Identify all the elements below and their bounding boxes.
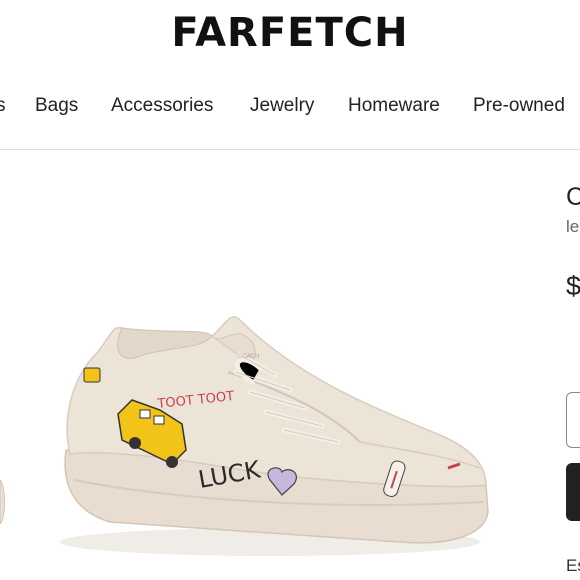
heel-taxi-doodle — [83, 367, 101, 383]
product-image[interactable]: TOOT TOOT LUCK COACH — [0, 150, 540, 580]
delivery-estimate: Es — [566, 556, 580, 575]
thumbnail-partial[interactable] — [0, 479, 10, 525]
sneaker-image: TOOT TOOT LUCK COACH — [60, 316, 489, 556]
nav-item-pre-owned[interactable]: Pre-owned — [473, 92, 565, 120]
farfetch-logo[interactable]: FARFETCH — [0, 10, 580, 56]
product-price: $ — [566, 271, 580, 301]
nav-item-accessories[interactable]: Accessories — [111, 92, 213, 120]
nav-item-shoes[interactable]: s — [0, 92, 6, 120]
nav-item-bags[interactable]: Bags — [35, 92, 78, 120]
product-brand-title[interactable]: C — [566, 183, 580, 212]
product-subtitle: le — [566, 217, 580, 236]
nav-item-jewelry[interactable]: Jewelry — [250, 92, 314, 120]
tongue-label: COACH — [238, 353, 260, 360]
size-select[interactable] — [566, 392, 580, 448]
nav-item-homeware[interactable]: Homeware — [348, 92, 440, 120]
category-nav: s Bags Accessories Jewelry Homeware Pre-… — [0, 92, 580, 122]
add-to-bag-button[interactable] — [566, 463, 580, 521]
